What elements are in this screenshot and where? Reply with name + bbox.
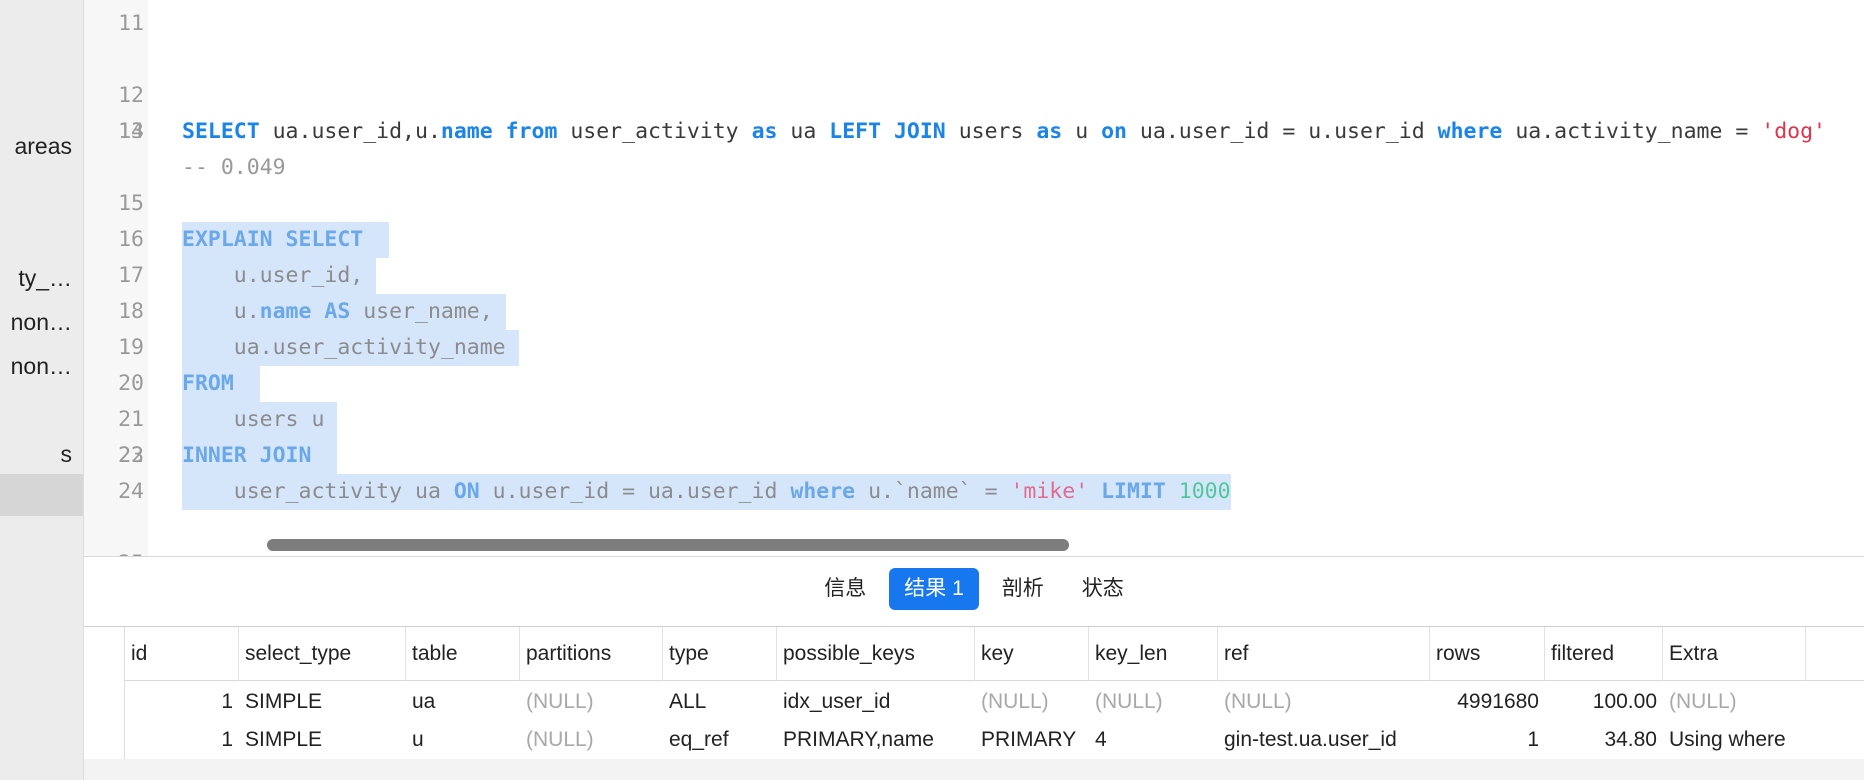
column-header-type[interactable]: type [663, 627, 777, 681]
cell-table[interactable]: u [406, 721, 520, 759]
sidebar-item-selected[interactable] [0, 474, 83, 516]
code-line: 14 [84, 114, 1864, 150]
code-line: 11 [84, 6, 1864, 42]
code-line: 18 ua.user_activity_name [84, 258, 1864, 366]
cell-partitions[interactable]: (NULL) [520, 721, 663, 759]
cell-ref[interactable]: gin-test.ua.user_id [1218, 721, 1430, 759]
column-header-select-type[interactable]: select_type [239, 627, 406, 681]
code-line: 17 u.name AS user_name, [84, 222, 1864, 330]
tab-info[interactable]: 信息 [809, 568, 881, 610]
column-header-extra[interactable]: Extra [1663, 627, 1806, 681]
cell-key[interactable]: PRIMARY [975, 721, 1089, 759]
sidebar-item-label: ty_… [18, 265, 72, 291]
sidebar-item-label: non… [10, 353, 72, 379]
column-header-key-len[interactable]: key_len [1089, 627, 1218, 681]
column-header-partitions[interactable]: partitions [520, 627, 663, 681]
column-header-rows[interactable]: rows [1430, 627, 1545, 681]
sidebar-item[interactable]: non… [0, 348, 83, 384]
sidebar-item-label: s [60, 441, 73, 467]
cell-filtered[interactable]: 100.00 [1545, 683, 1663, 721]
cell-ref[interactable]: (NULL) [1218, 683, 1430, 721]
result-tabs: 信息 结果 1 剖析 状态 [84, 568, 1864, 612]
code-line: 16 u.user_id, [84, 186, 1864, 294]
sql-editor[interactable]: 11 12 SELECT ua.user_id,u.name from user… [84, 0, 1864, 556]
cell-id[interactable]: 1 [125, 721, 239, 759]
cell-extra[interactable]: Using where [1663, 721, 1823, 759]
column-header-key[interactable]: key [975, 627, 1089, 681]
code-line: 15 EXPLAIN SELECT [84, 150, 1864, 258]
object-sidebar: areas ty_… non… non… s [0, 0, 84, 780]
cell-extra[interactable]: (NULL) [1663, 683, 1806, 721]
cell-select-type[interactable]: SIMPLE [239, 683, 406, 721]
line-number: 14 [118, 119, 144, 144]
code-line: 21 INNER JOIN [84, 366, 1864, 474]
cell-type[interactable]: eq_ref [663, 721, 777, 759]
column-header-possible-keys[interactable]: possible_keys [777, 627, 975, 681]
cell-key-len[interactable]: 4 [1089, 721, 1218, 759]
code-line: 22 user_activity ua ON u.user_id = ua.us… [84, 402, 1864, 510]
table-row[interactable]: 1 SIMPLE ua (NULL) ALL idx_user_id (NULL… [84, 683, 1864, 721]
sidebar-item[interactable]: s [0, 436, 83, 472]
sidebar-item[interactable]: non… [0, 304, 83, 340]
line-number: 23 [118, 443, 144, 468]
cell-type[interactable]: ALL [663, 683, 777, 721]
result-grid[interactable]: id select_type table partitions type pos… [84, 626, 1864, 780]
sidebar-item-label: areas [14, 133, 72, 159]
cell-rows[interactable]: 4991680 [1430, 683, 1545, 721]
column-header-filtered[interactable]: filtered [1545, 627, 1663, 681]
table-row-empty [84, 759, 1864, 780]
tab-status[interactable]: 状态 [1067, 568, 1139, 610]
cell-table[interactable]: ua [406, 683, 520, 721]
grid-header: id select_type table partitions type pos… [84, 627, 1864, 681]
cell-partitions[interactable]: (NULL) [520, 683, 663, 721]
line-number: 11 [118, 11, 144, 36]
cell-select-type[interactable]: SIMPLE [239, 721, 406, 759]
cell-possible-keys[interactable]: idx_user_id [777, 683, 975, 721]
tab-result-1[interactable]: 结果 1 [889, 568, 979, 610]
code-line: 24 [84, 474, 1864, 510]
panel-divider [84, 556, 1864, 557]
column-header-table[interactable]: table [406, 627, 520, 681]
code-line: 13 -- 0.049 [84, 78, 1864, 180]
horizontal-scrollbar[interactable] [267, 539, 1069, 551]
column-header-ref[interactable]: ref [1218, 627, 1430, 681]
cell-key-len[interactable]: (NULL) [1089, 683, 1218, 721]
code-line: 19 FROM [84, 294, 1864, 402]
cell-filtered[interactable]: 34.80 [1545, 721, 1663, 759]
column-header-id[interactable]: id [125, 627, 239, 681]
cell-key[interactable]: (NULL) [975, 683, 1089, 721]
sidebar-item[interactable]: ty_… [0, 260, 83, 296]
code-line: 12 SELECT ua.user_id,u.name from user_ac… [84, 42, 1864, 144]
tab-profile[interactable]: 剖析 [987, 568, 1059, 610]
line-number: 24 [118, 479, 144, 504]
cell-id[interactable]: 1 [125, 683, 239, 721]
code-line: 20 users u [84, 330, 1864, 438]
sidebar-item-label: non… [10, 309, 72, 335]
cell-possible-keys[interactable]: PRIMARY,name [777, 721, 975, 759]
cell-rows[interactable]: 1 [1430, 721, 1545, 759]
sidebar-item[interactable]: areas [0, 128, 83, 164]
code-line: 23 [84, 438, 1864, 474]
table-row[interactable]: 1 SIMPLE u (NULL) eq_ref PRIMARY,name PR… [84, 721, 1864, 759]
